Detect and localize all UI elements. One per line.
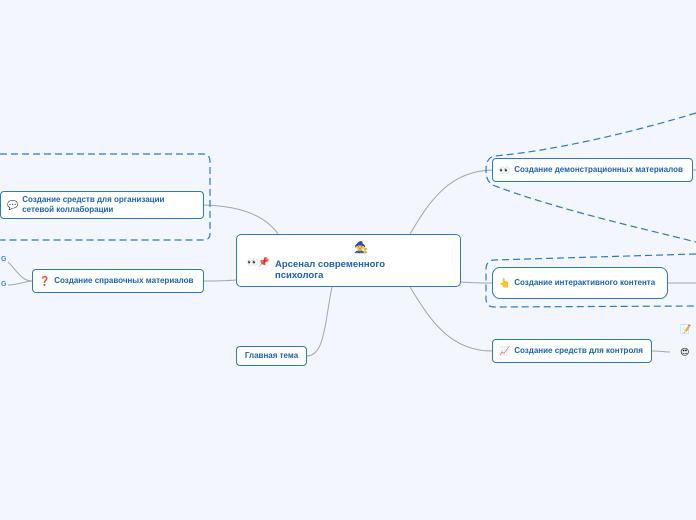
connector-reference	[203, 279, 237, 282]
node-reference-label: Создание справочных материалов	[54, 276, 194, 285]
connector-reference-left	[7, 261, 33, 282]
node-demo-label: Создание демонстрационных материалов	[514, 165, 683, 174]
node-main-topic[interactable]: Главная тема	[236, 346, 307, 366]
node-interactive[interactable]: 👆 Создание интерактивного контента	[492, 267, 668, 299]
root-title: Арсенал современного психолога	[275, 259, 386, 281]
google-icon: G	[1, 256, 7, 263]
google-icon: G	[1, 281, 7, 288]
connector-demo	[409, 169, 493, 235]
heart-eyes-icon: 😍	[680, 347, 690, 357]
node-control[interactable]: 📈 Создание средств для контроля	[492, 339, 652, 363]
question-mark-icon: ❓	[39, 276, 51, 286]
eyes-icon: 👀	[499, 165, 511, 175]
chart-icon: 📈	[499, 346, 511, 356]
pointing-hand-icon: 👆	[499, 278, 511, 288]
connector-control	[409, 286, 493, 352]
node-demo[interactable]: 👀 Создание демонстрационных материалов	[492, 158, 693, 182]
connector-main-topic	[306, 286, 333, 357]
node-main-topic-label: Главная тема	[244, 351, 299, 360]
node-interactive-label: Создание интерактивного контента	[514, 278, 656, 287]
connector-control-right	[651, 350, 671, 353]
speech-bubble-icon: 💬	[7, 200, 19, 210]
memo-icon: 📝	[680, 324, 692, 334]
node-collab-label: Создание средств для организации сетевой…	[22, 195, 165, 214]
connector-reference-left2	[7, 280, 33, 286]
eyes-icon: 👀	[247, 257, 259, 267]
pushpin-icon: 📌	[258, 257, 270, 267]
mage-icon: 🧙	[354, 242, 368, 254]
root-tag-icons: 👀📌	[247, 257, 269, 268]
connector-collab	[203, 204, 279, 235]
connector-interactive	[460, 281, 493, 284]
node-collab[interactable]: 💬 Создание средств для организации сетев…	[0, 191, 204, 219]
root-topic[interactable]: 🧙 👀📌 Арсенал современного психолога	[236, 234, 461, 287]
node-control-label: Создание средств для контроля	[514, 346, 643, 355]
node-reference[interactable]: ❓ Создание справочных материалов	[32, 269, 204, 293]
